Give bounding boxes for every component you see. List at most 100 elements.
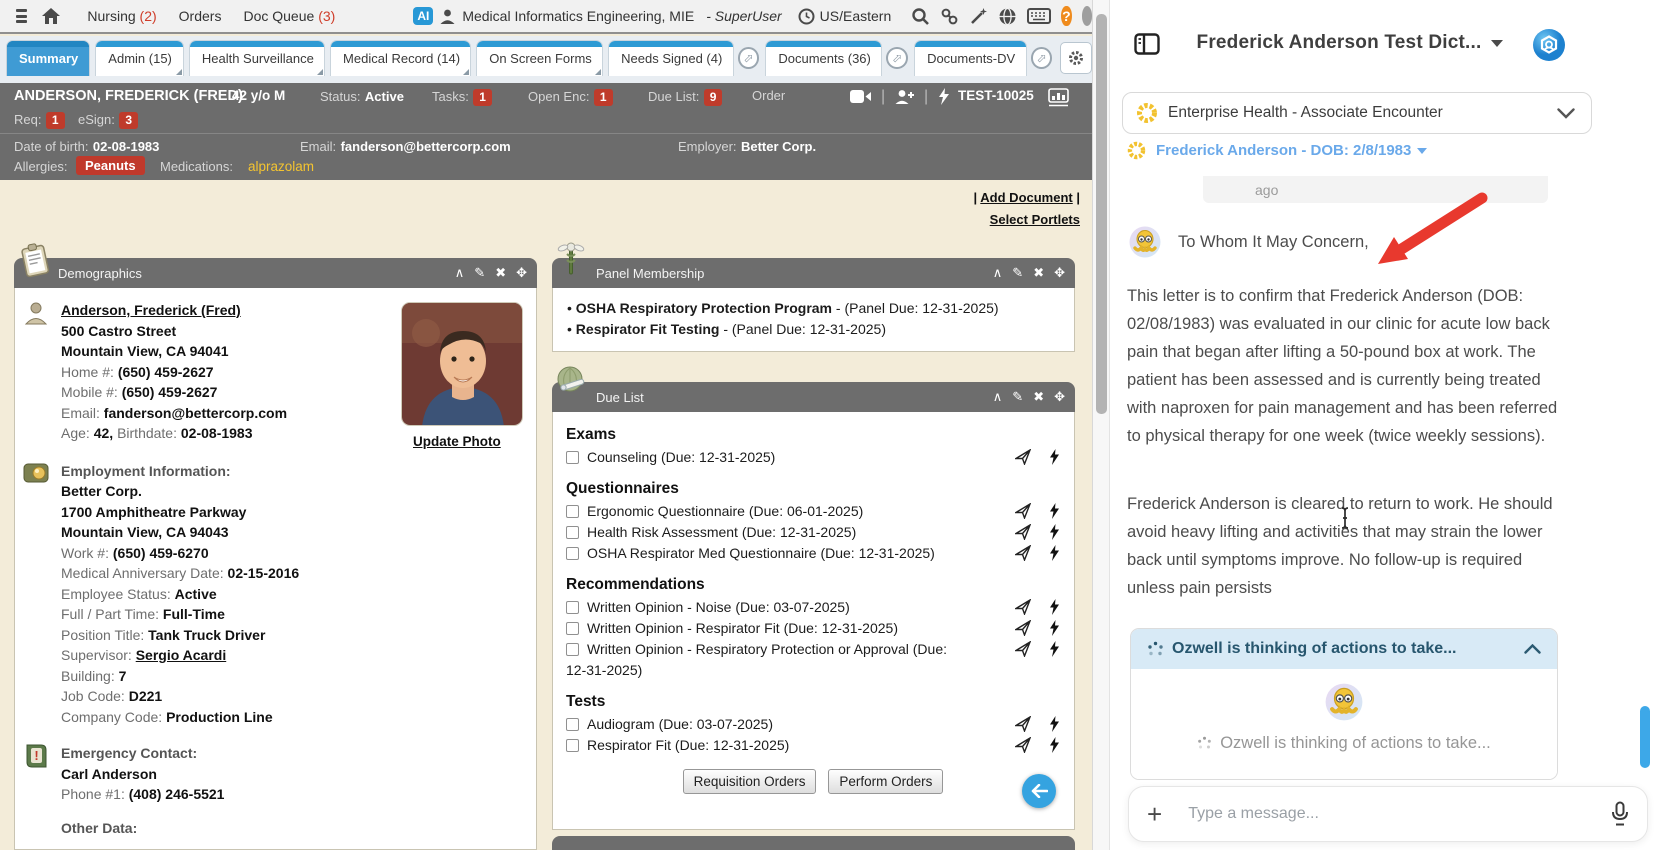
send-icon[interactable] xyxy=(1015,545,1031,561)
add-person-icon[interactable] xyxy=(894,89,916,105)
edit-icon[interactable]: ✎ xyxy=(474,265,485,281)
send-icon[interactable] xyxy=(1015,737,1031,753)
patient-context-dropdown[interactable]: Frederick Anderson - DOB: 2/8/1983 xyxy=(1126,140,1428,161)
chevron-up-icon[interactable] xyxy=(1524,644,1541,654)
home-icon[interactable] xyxy=(41,7,61,25)
panel-membership-header[interactable]: Panel Membership ∧ ✎ ✖ ✥ xyxy=(552,258,1075,288)
clock-icon[interactable] xyxy=(798,8,815,25)
close-icon[interactable]: ✖ xyxy=(1033,265,1044,281)
thinking-accordion-header[interactable]: Ozwell is thinking of actions to take... xyxy=(1131,629,1557,669)
select-portlets-link[interactable]: Select Portlets xyxy=(990,212,1080,227)
documents-external-icon[interactable]: ⬀ xyxy=(886,47,909,69)
keyboard-icon[interactable] xyxy=(1027,8,1052,24)
checkbox[interactable] xyxy=(566,643,579,656)
menu-icon[interactable] xyxy=(16,9,28,23)
perform-bolt-icon[interactable] xyxy=(1049,737,1060,753)
checkbox[interactable] xyxy=(566,451,579,464)
perform-orders-button[interactable]: Perform Orders xyxy=(828,769,944,794)
due-list-header[interactable]: Due List ∧ ✎ ✖ ✥ xyxy=(552,382,1075,412)
send-icon[interactable] xyxy=(1015,503,1031,519)
checkbox[interactable] xyxy=(566,601,579,614)
tab-medical-record[interactable]: Medical Record (14) xyxy=(330,40,472,76)
edit-icon[interactable]: ✎ xyxy=(1012,265,1023,281)
encounter-selector[interactable]: Enterprise Health - Associate Encounter xyxy=(1122,92,1592,134)
bluehive-logo-icon[interactable] xyxy=(1532,28,1566,62)
nav-nursing[interactable]: Nursing (2) xyxy=(87,8,156,24)
send-icon[interactable] xyxy=(1015,449,1031,465)
attach-plus-icon[interactable]: + xyxy=(1147,801,1162,827)
bar-chart-icon[interactable] xyxy=(1048,88,1069,107)
collapse-panel-arrow-button[interactable] xyxy=(1022,774,1056,808)
video-camera-icon[interactable] xyxy=(850,89,872,104)
checkbox[interactable] xyxy=(566,718,579,731)
send-icon[interactable] xyxy=(1015,524,1031,540)
supervisor-link[interactable]: Sergio Acardi xyxy=(136,647,227,663)
conversation-title-dropdown[interactable]: Frederick Anderson Test Dict... xyxy=(1180,32,1520,54)
tasks-badge[interactable]: 1 xyxy=(473,89,492,106)
ai-badge[interactable]: AI xyxy=(413,7,434,25)
update-photo-link[interactable]: Update Photo xyxy=(413,434,501,449)
perform-bolt-icon[interactable] xyxy=(1049,641,1060,657)
checkbox[interactable] xyxy=(566,505,579,518)
send-icon[interactable] xyxy=(1015,599,1031,615)
microphone-icon[interactable] xyxy=(1611,801,1629,827)
checkbox[interactable] xyxy=(566,526,579,539)
sidebar-toggle-icon[interactable] xyxy=(1134,33,1160,55)
perform-bolt-icon[interactable] xyxy=(1049,620,1060,636)
link-icon[interactable] xyxy=(940,7,959,26)
needs-signed-external-icon[interactable]: ⬀ xyxy=(737,47,760,69)
nav-doc-queue[interactable]: Doc Queue (3) xyxy=(243,8,335,24)
wand-icon[interactable] xyxy=(969,7,988,26)
patient-photo[interactable] xyxy=(401,302,523,426)
medication-value[interactable]: alprazolam xyxy=(248,159,314,174)
panel-scrollbar-thumb[interactable] xyxy=(1640,706,1650,768)
main-scrollbar-thumb[interactable] xyxy=(1096,14,1107,414)
documents-dv-external-icon[interactable]: ⬀ xyxy=(1030,47,1053,69)
move-icon[interactable]: ✥ xyxy=(516,265,527,281)
edit-icon[interactable]: ✎ xyxy=(1012,389,1023,405)
tab-summary[interactable]: Summary xyxy=(6,40,91,76)
globe-icon[interactable] xyxy=(998,7,1017,26)
lightning-icon[interactable] xyxy=(938,88,950,105)
add-document-link[interactable]: | Add Document | xyxy=(974,190,1080,205)
order-link[interactable]: Order xyxy=(752,88,785,103)
collapse-icon[interactable]: ∧ xyxy=(993,389,1003,405)
esign-badge[interactable]: 3 xyxy=(119,112,139,129)
perform-bolt-icon[interactable] xyxy=(1049,716,1060,732)
tab-settings-gear-icon[interactable] xyxy=(1060,42,1092,74)
perform-bolt-icon[interactable] xyxy=(1049,599,1060,615)
patient-name-link[interactable]: Anderson, Frederick (Fred) xyxy=(61,300,391,321)
tab-documents-dv[interactable]: Documents-DV xyxy=(914,40,1027,76)
perform-bolt-icon[interactable] xyxy=(1049,449,1060,465)
move-icon[interactable]: ✥ xyxy=(1054,389,1065,405)
checkbox[interactable] xyxy=(566,622,579,635)
checkbox[interactable] xyxy=(566,739,579,752)
collapse-icon[interactable]: ∧ xyxy=(455,265,465,281)
tab-on-screen-forms[interactable]: On Screen Forms xyxy=(476,40,604,76)
due-list-badge[interactable]: 9 xyxy=(703,89,723,106)
perform-bolt-icon[interactable] xyxy=(1049,545,1060,561)
chevron-down-icon[interactable] xyxy=(1557,107,1575,119)
main-scrollbar[interactable] xyxy=(1092,0,1110,850)
nav-orders[interactable]: Orders xyxy=(179,8,222,24)
send-icon[interactable] xyxy=(1015,620,1031,636)
message-input[interactable]: Type a message... xyxy=(1188,805,1611,823)
open-enc-badge[interactable]: 1 xyxy=(593,89,613,106)
close-icon[interactable]: ✖ xyxy=(1033,389,1044,405)
perform-bolt-icon[interactable] xyxy=(1049,524,1060,540)
tab-documents[interactable]: Documents (36) xyxy=(765,40,883,76)
help-icon[interactable]: ? xyxy=(1061,6,1072,26)
tab-needs-signed[interactable]: Needs Signed (4) xyxy=(608,40,734,76)
collapse-icon[interactable]: ∧ xyxy=(993,265,1003,281)
requisition-orders-button[interactable]: Requisition Orders xyxy=(682,769,817,794)
move-icon[interactable]: ✥ xyxy=(1054,265,1065,281)
send-icon[interactable] xyxy=(1015,716,1031,732)
search-icon[interactable] xyxy=(911,7,930,26)
demographics-header[interactable]: Demographics ∧ ✎ ✖ ✥ xyxy=(14,258,537,288)
tab-health-surveillance[interactable]: Health Surveillance xyxy=(188,40,326,76)
send-icon[interactable] xyxy=(1015,641,1031,657)
req-badge[interactable]: 1 xyxy=(45,112,65,129)
checkbox[interactable] xyxy=(566,547,579,560)
allergy-badge[interactable]: Peanuts xyxy=(76,156,145,175)
perform-bolt-icon[interactable] xyxy=(1049,503,1060,519)
